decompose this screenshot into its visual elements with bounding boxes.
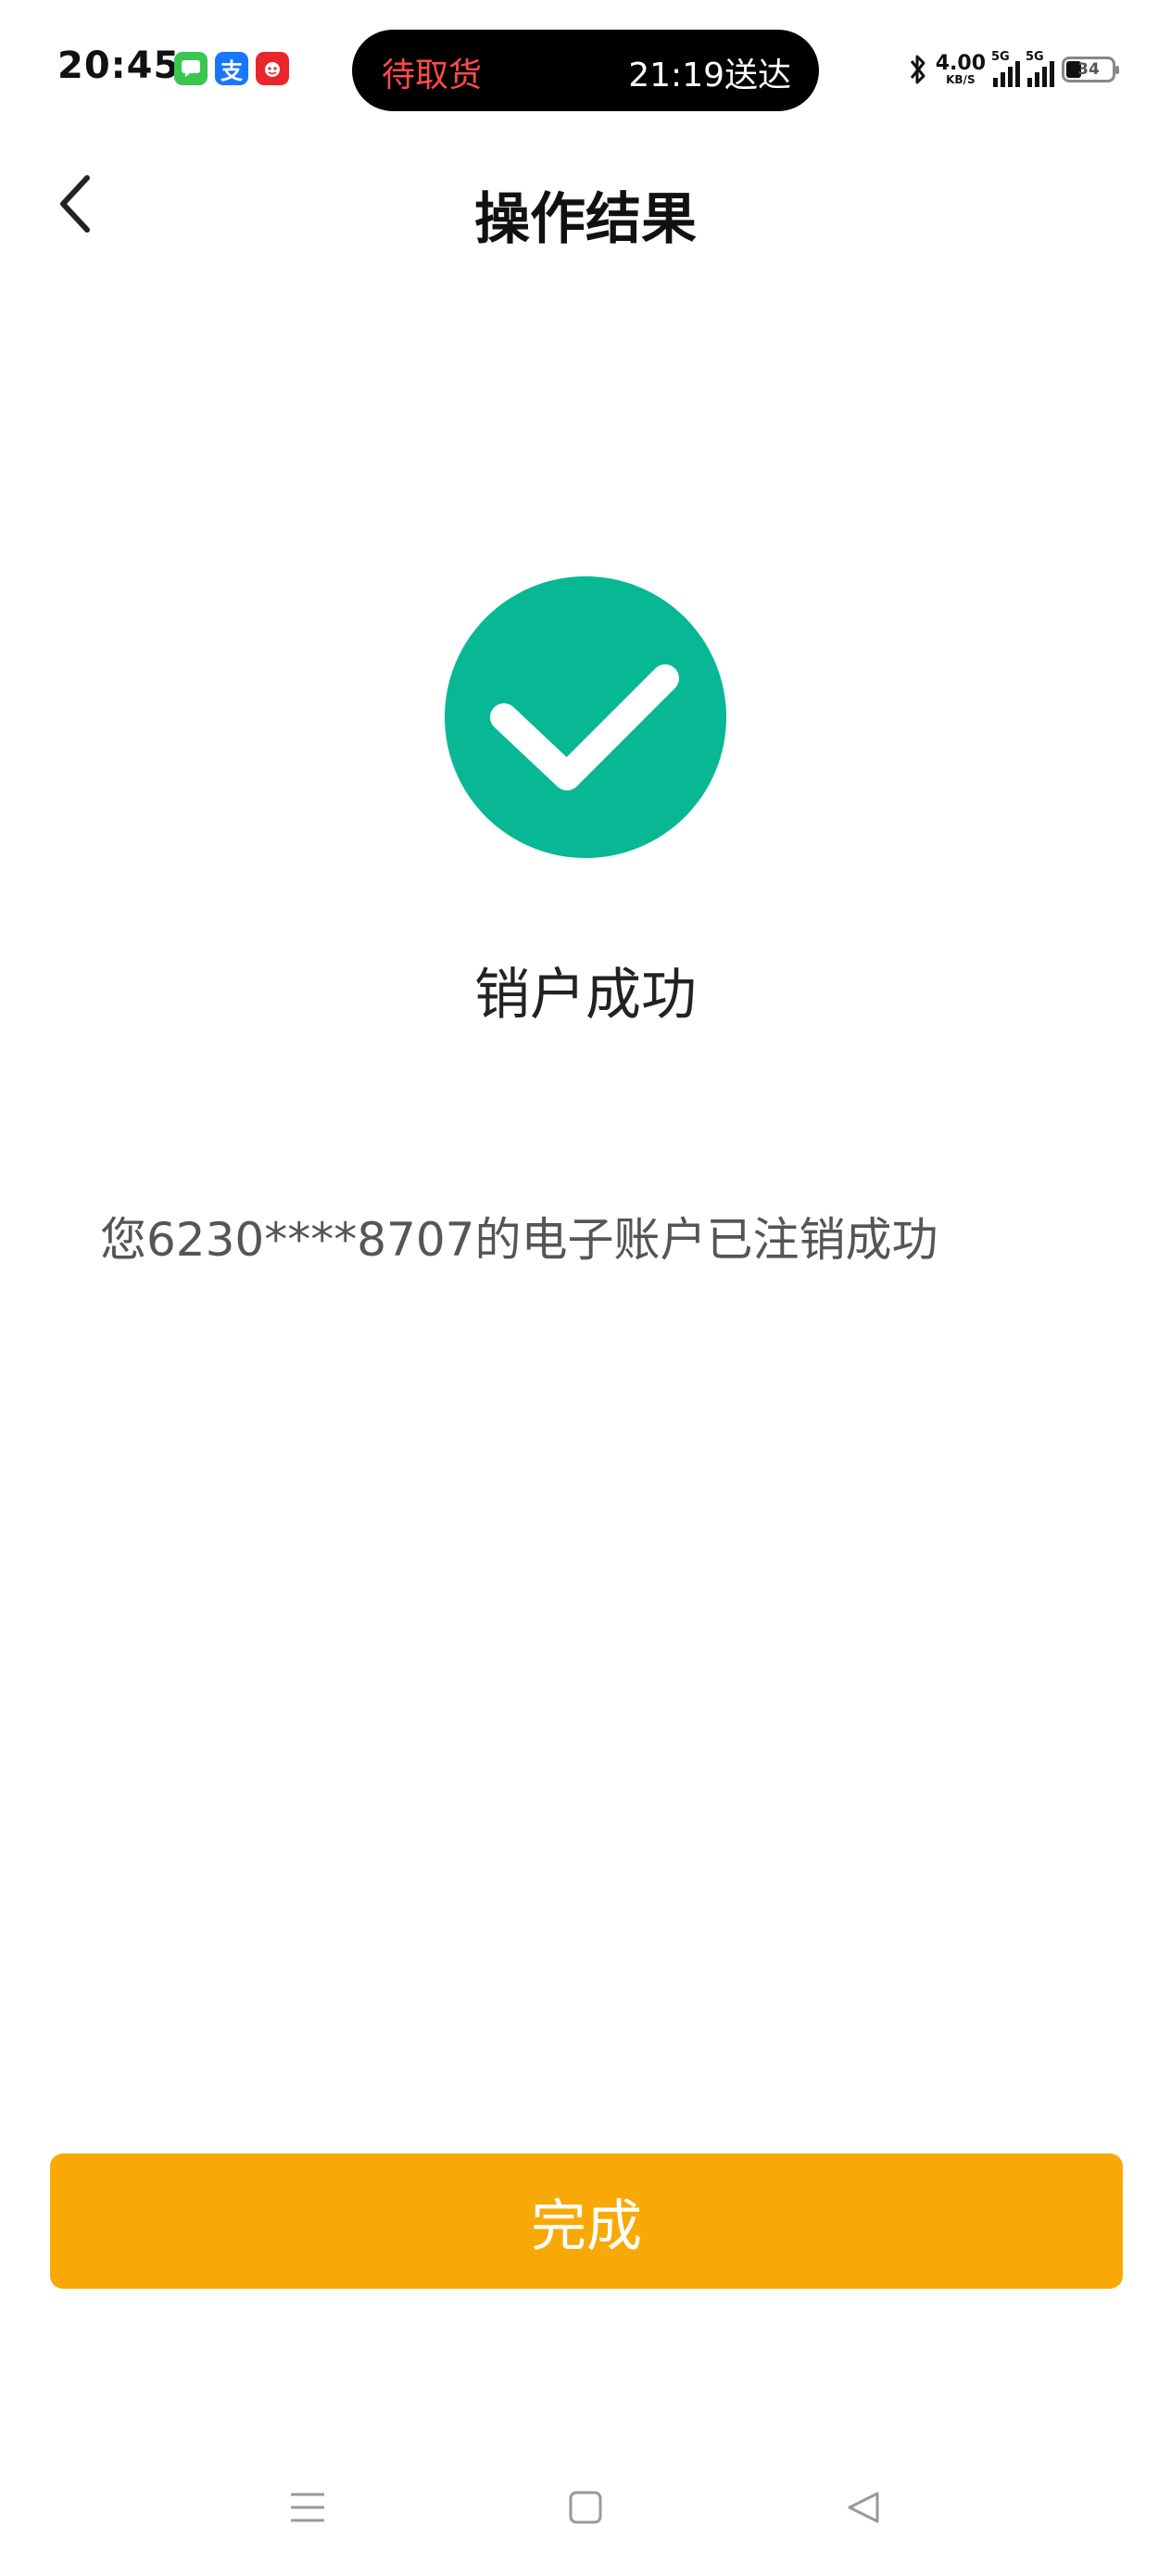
message-icon [174, 52, 208, 85]
system-nav-bar [0, 2465, 1171, 2548]
signal-1-label: 5G [991, 50, 1010, 64]
network-speed: 4.00 KB/S [935, 52, 986, 86]
home-icon [569, 2491, 602, 2524]
status-time: 20:45 [57, 44, 181, 87]
shopping-app-icon [256, 52, 289, 85]
alipay-icon: 支 [215, 52, 248, 85]
system-status-icons: 4.00 KB/S 5G 5G 34 [908, 48, 1119, 91]
menu-icon [291, 2493, 324, 2522]
signal-strength-1: 5G [991, 50, 1020, 87]
status-bar: 20:45 支 待取货 21:19送达 4.00 KB/S 5G 5G 34 [0, 0, 1171, 139]
menu-button[interactable] [280, 2480, 335, 2535]
result-status: 销户成功 [474, 963, 697, 1028]
signal-2-label: 5G [1026, 50, 1044, 64]
live-activity-pill[interactable]: 待取货 21:19送达 [352, 30, 819, 111]
signal-strength-2: 5G [1026, 50, 1054, 87]
network-speed-unit: KB/S [946, 73, 976, 86]
notification-icons: 支 [174, 52, 289, 85]
battery-icon: 34 [1062, 57, 1119, 82]
back-nav-button[interactable] [836, 2480, 891, 2535]
home-button[interactable] [558, 2480, 613, 2535]
nav-header: 操作结果 [0, 148, 1171, 252]
back-triangle-icon [848, 2492, 879, 2523]
delivery-eta: 21:19送达 [628, 57, 791, 95]
done-button[interactable]: 完成 [50, 2153, 1123, 2289]
page-title: 操作结果 [474, 187, 697, 252]
network-speed-value: 4.00 [935, 52, 986, 75]
bluetooth-icon [910, 55, 925, 84]
battery-level: 34 [1077, 60, 1100, 79]
result-message: 您6230****8707的电子账户已注销成功 [100, 1213, 938, 1267]
delivery-status: 待取货 [382, 57, 483, 95]
success-check-icon [445, 576, 726, 858]
